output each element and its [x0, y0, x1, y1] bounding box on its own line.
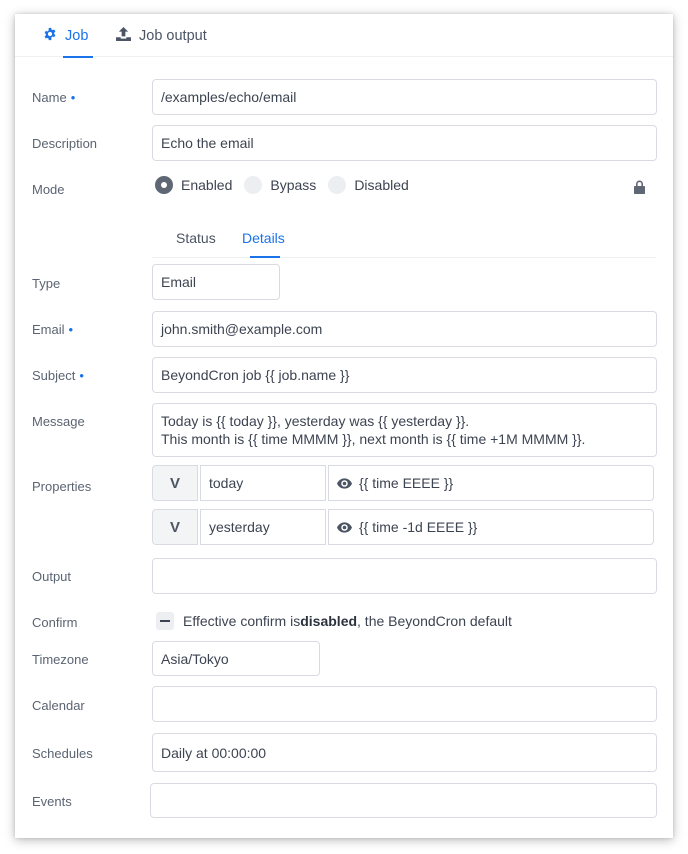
- confirm-text: Effective confirm is: [183, 613, 301, 629]
- property-value-input[interactable]: {{ time -1d EEEE }}: [328, 509, 654, 545]
- description-value: Echo the email: [161, 135, 254, 151]
- mode-option-enabled[interactable]: Enabled: [155, 176, 232, 194]
- required-marker: •: [68, 322, 74, 337]
- tab-job[interactable]: Job: [43, 14, 93, 58]
- events-input[interactable]: [150, 783, 657, 818]
- name-label-text: Name: [32, 90, 67, 105]
- subject-label: Subject •: [32, 368, 84, 383]
- property-value: {{ time -1d EEEE }}: [359, 519, 478, 535]
- radio-unchecked[interactable]: [244, 176, 263, 194]
- message-line: Today is {{ today }}, yesterday was {{ y…: [161, 413, 470, 429]
- property-name-value: yesterday: [209, 519, 270, 535]
- message-textarea[interactable]: Today is {{ today }}, yesterday was {{ y…: [152, 403, 657, 457]
- confirm-toggle[interactable]: [156, 612, 174, 630]
- events-label: Events: [32, 794, 72, 809]
- description-input[interactable]: Echo the email: [152, 125, 657, 161]
- schedules-input[interactable]: Daily at 00:00:00: [152, 733, 657, 772]
- email-value: john.smith@example.com: [161, 321, 323, 337]
- mode-option-bypass[interactable]: Bypass: [244, 176, 316, 194]
- properties-label: Properties: [32, 479, 92, 494]
- tab-job-output-label: Job output: [139, 27, 207, 44]
- output-input[interactable]: [152, 558, 657, 594]
- tab-status[interactable]: Status: [176, 230, 216, 246]
- job-panel: Job Job output Name • /examples/echo/emai…: [15, 14, 673, 838]
- type-select[interactable]: Email: [152, 264, 280, 300]
- subject-input[interactable]: BeyondCron job {{ job.name }}: [152, 357, 657, 393]
- description-label: Description: [32, 136, 98, 151]
- name-input[interactable]: /examples/echo/email: [152, 79, 657, 115]
- message-line: This month is {{ time MMMM }}, next mont…: [161, 431, 586, 447]
- type-value: Email: [161, 274, 197, 290]
- calendar-label: Calendar: [32, 698, 85, 713]
- property-name-input[interactable]: yesterday: [200, 509, 326, 545]
- radio-unchecked[interactable]: [328, 176, 347, 194]
- confirm-row: Effective confirm is disabled, the Beyon…: [156, 612, 512, 630]
- mode-option-disabled[interactable]: Disabled: [328, 176, 409, 194]
- required-marker: •: [79, 368, 84, 383]
- mode-option-label: Disabled: [354, 177, 409, 193]
- timezone-input[interactable]: Asia/Tokyo: [152, 641, 320, 676]
- eye-icon[interactable]: [337, 477, 352, 489]
- property-name-input[interactable]: today: [200, 465, 326, 501]
- tab-details[interactable]: Details: [242, 230, 285, 246]
- schedules-label: Schedules: [32, 746, 93, 761]
- confirm-state: disabled: [300, 613, 358, 629]
- subject-label-text: Subject: [32, 368, 76, 383]
- lock-icon[interactable]: [633, 180, 646, 199]
- radio-checked[interactable]: [155, 176, 173, 194]
- mode-label: Mode: [32, 182, 65, 197]
- top-tab-bar: Job Job output: [15, 14, 673, 58]
- name-value: /examples/echo/email: [161, 89, 297, 105]
- type-label: Type: [32, 276, 61, 291]
- property-value-input[interactable]: {{ time EEEE }}: [328, 465, 654, 501]
- active-tab-indicator: [63, 56, 93, 58]
- message-label: Message: [32, 414, 85, 429]
- confirm-text-suffix: , the BeyondCron default: [357, 613, 512, 629]
- confirm-label: Confirm: [32, 615, 78, 630]
- calendar-input[interactable]: [152, 686, 657, 722]
- active-subtab-indicator: [250, 256, 280, 258]
- minus-icon: [160, 620, 170, 622]
- mode-option-label: Bypass: [270, 177, 317, 193]
- schedules-value: Daily at 00:00:00: [161, 744, 267, 761]
- tab-job-output[interactable]: Job output: [116, 14, 207, 57]
- eye-icon[interactable]: [337, 521, 352, 533]
- name-label: Name •: [32, 90, 75, 105]
- subject-value: BeyondCron job {{ job.name }}: [161, 367, 350, 383]
- details-tab-bar: Status Details: [152, 224, 656, 258]
- property-value: {{ time EEEE }}: [359, 475, 454, 491]
- email-label-text: Email: [32, 322, 65, 337]
- property-type-button[interactable]: V: [152, 509, 198, 545]
- timezone-label: Timezone: [32, 652, 89, 667]
- email-input[interactable]: john.smith@example.com: [152, 311, 657, 347]
- output-label: Output: [32, 569, 72, 584]
- property-type-button[interactable]: V: [152, 465, 198, 501]
- tab-job-label: Job: [65, 27, 89, 44]
- mode-radio-group: Enabled Bypass Disabled: [155, 176, 421, 194]
- upload-icon: [116, 26, 131, 45]
- mode-option-label: Enabled: [181, 177, 233, 193]
- required-marker: •: [70, 90, 76, 105]
- gear-icon: [43, 27, 57, 45]
- email-label: Email •: [32, 322, 73, 337]
- timezone-value: Asia/Tokyo: [161, 650, 229, 667]
- property-name-value: today: [209, 475, 244, 491]
